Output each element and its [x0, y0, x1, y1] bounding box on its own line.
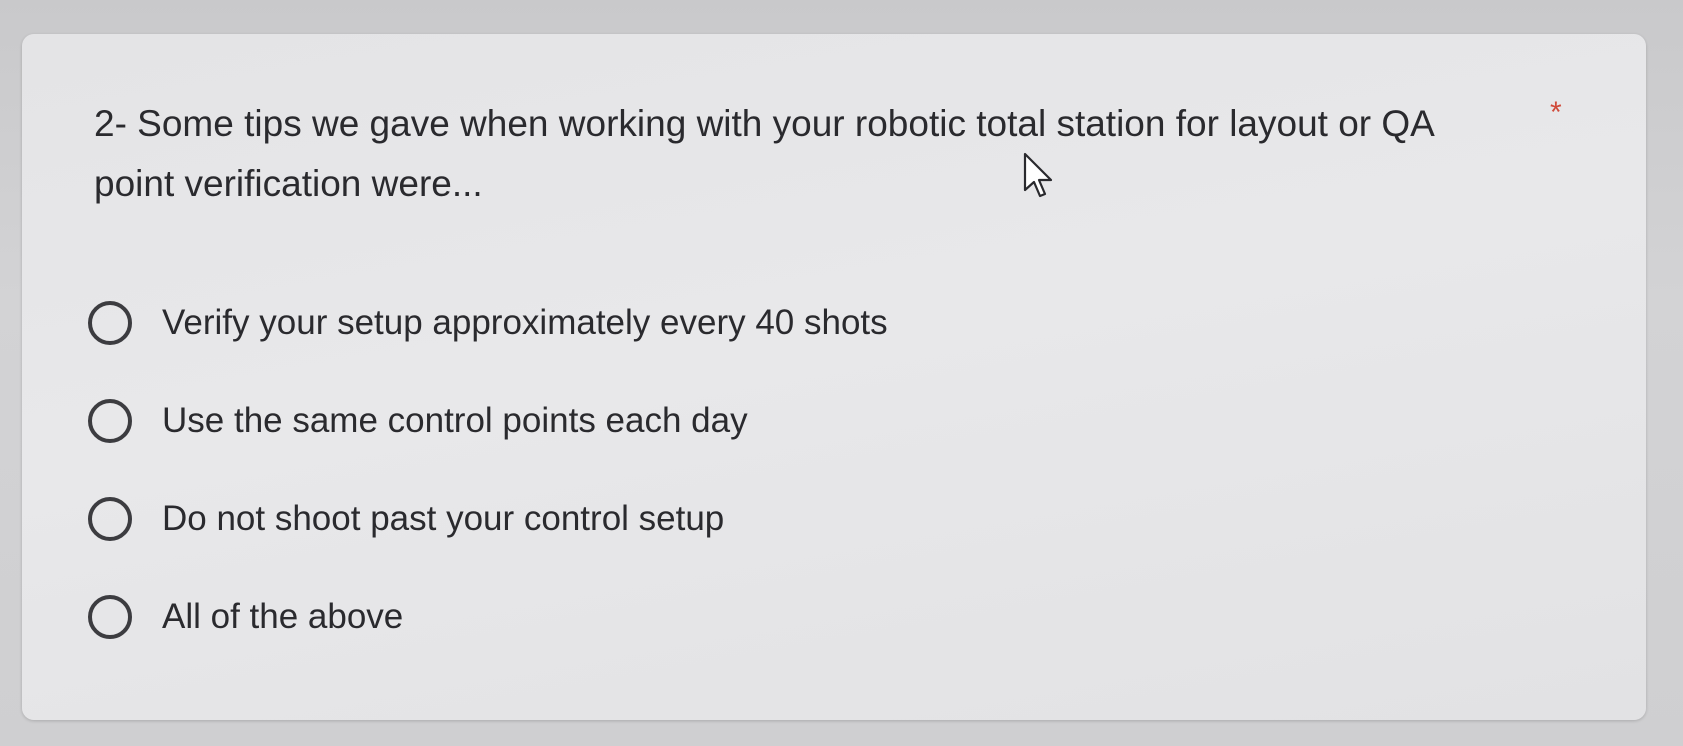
option-label: Do not shoot past your control setup	[162, 499, 725, 538]
radio-option-1[interactable]: Verify your setup approximately every 40…	[88, 274, 1388, 372]
option-label: Verify your setup approximately every 40…	[162, 303, 888, 342]
radio-option-4[interactable]: All of the above	[88, 568, 1388, 666]
option-label: All of the above	[162, 597, 404, 636]
question-title: 2- Some tips we gave when working with y…	[94, 103, 1433, 204]
radio-unchecked-icon[interactable]	[88, 399, 132, 443]
question-card: 2- Some tips we gave when working with y…	[22, 34, 1646, 720]
radio-option-3[interactable]: Do not shoot past your control setup	[88, 470, 1388, 568]
mouse-pointer-icon	[1023, 152, 1053, 198]
radio-unchecked-icon[interactable]	[88, 497, 132, 541]
radio-unchecked-icon[interactable]	[88, 595, 132, 639]
radio-option-2[interactable]: Use the same control points each day	[88, 372, 1388, 470]
radio-group: Verify your setup approximately every 40…	[88, 274, 1388, 666]
radio-unchecked-icon[interactable]	[88, 301, 132, 345]
option-label: Use the same control points each day	[162, 401, 748, 440]
required-asterisk: *	[1550, 96, 1562, 129]
